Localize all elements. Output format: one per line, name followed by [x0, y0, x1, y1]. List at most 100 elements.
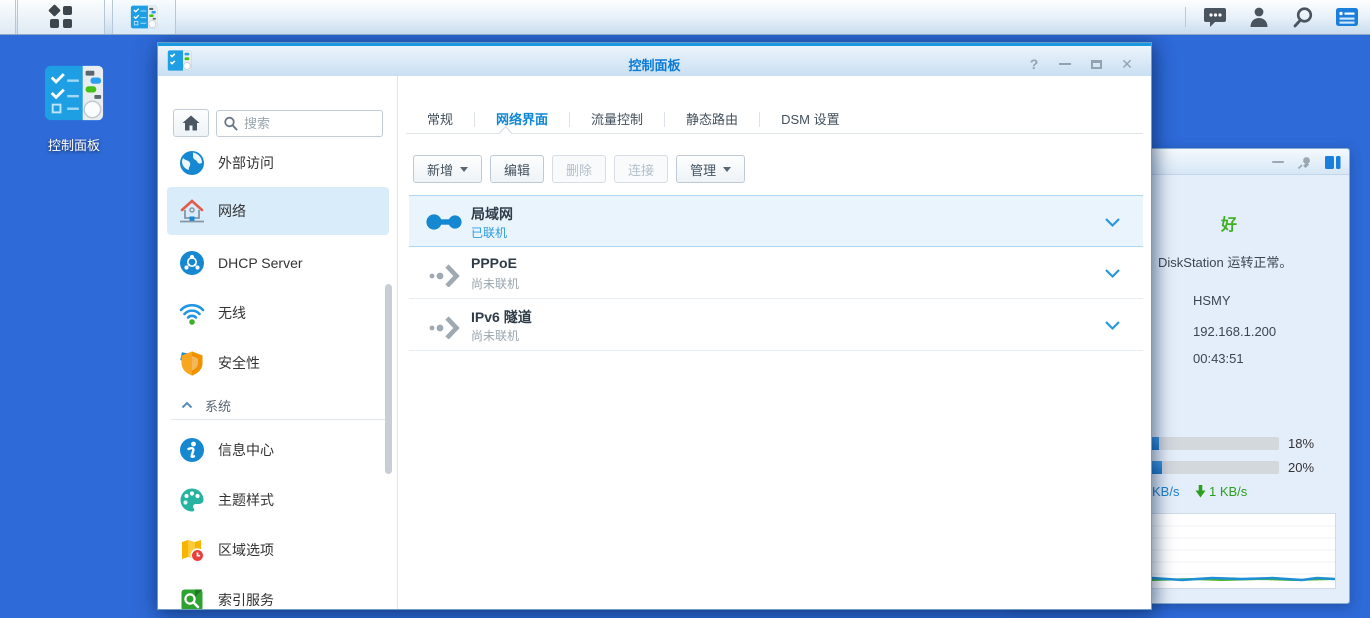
health-status: 好 [1221, 211, 1237, 235]
sidebar-item-label: 信息中心 [218, 440, 274, 460]
sidebar-item-wireless[interactable]: 无线 [167, 289, 389, 337]
maximize-icon [1091, 60, 1102, 69]
sidebar-item-label: DHCP Server [218, 255, 303, 271]
sidebar-item-regional-options[interactable]: 区域选项 [167, 526, 389, 574]
widgets-panel-icon [1335, 7, 1359, 27]
wifi-icon [179, 300, 205, 326]
sidebar-item-index-service[interactable]: 索引服务 [167, 576, 389, 609]
sidebar-scrollbar[interactable] [385, 284, 392, 474]
widget-panel-icon[interactable] [1325, 156, 1341, 169]
show-desktop-button[interactable] [0, 0, 16, 34]
search-input[interactable] [216, 110, 383, 137]
interface-name: 局域网 [471, 204, 513, 224]
tabbar: 常规 网络界面 流量控制 静态路由 DSM 设置 [406, 106, 1143, 134]
control-panel-window: 控制面板 ? ✕ [157, 42, 1152, 610]
sidebar-item-external-access[interactable]: 外部访问 [167, 139, 389, 187]
sidebar-item-label: 无线 [218, 303, 246, 323]
minimize-button[interactable] [1055, 56, 1075, 72]
connect-button: 连接 [614, 155, 668, 183]
sidebar-item-label: 主题样式 [218, 490, 274, 510]
delete-button: 删除 [552, 155, 606, 183]
chevron-down-icon[interactable] [1104, 268, 1121, 279]
chevron-down-icon[interactable] [1104, 217, 1121, 228]
chevron-down-icon[interactable] [1104, 320, 1121, 331]
home-icon [182, 115, 200, 131]
search-icon [223, 116, 238, 131]
topbar-separator [1185, 7, 1186, 27]
palette-icon [179, 487, 205, 513]
cpu-usage-value: 18% [1288, 436, 1314, 451]
globe-icon [179, 150, 205, 176]
download-arrow-icon [1195, 485, 1206, 498]
sidebar-search [216, 110, 383, 137]
shortcut-label: 控制面板 [36, 135, 112, 154]
window-titlebar[interactable]: 控制面板 ? ✕ [158, 46, 1151, 76]
sidebar-item-info-center[interactable]: 信息中心 [167, 426, 389, 474]
server-name-value: HSMY [1193, 293, 1231, 308]
network-home-icon [179, 198, 205, 224]
sidebar-item-security[interactable]: 安全性 [167, 339, 389, 387]
interface-status: 尚未联机 [471, 327, 519, 344]
create-button[interactable]: 新增 [413, 155, 482, 183]
home-button[interactable] [173, 109, 209, 137]
download-speed: 1 KB/s [1209, 484, 1247, 499]
notifications-button[interactable] [1200, 4, 1230, 30]
interface-row-lan[interactable]: 局域网 已联机 [409, 195, 1143, 247]
help-button[interactable]: ? [1024, 56, 1044, 72]
tab-general[interactable]: 常规 [406, 106, 474, 133]
sidebar-item-theme[interactable]: 主题样式 [167, 476, 389, 524]
tab-traffic-control[interactable]: 流量控制 [570, 106, 664, 133]
interface-row-ipv6-tunnel[interactable]: IPv6 隧道 尚未联机 [409, 299, 1143, 351]
tab-dsm-settings[interactable]: DSM 设置 [760, 106, 861, 133]
index-search-icon [179, 587, 205, 609]
main-menu-button[interactable] [17, 0, 105, 34]
interface-name: IPv6 隧道 [471, 307, 532, 327]
tunnel-icon [426, 313, 464, 339]
pin-icon[interactable] [1297, 155, 1312, 170]
interface-name: PPPoE [471, 255, 517, 271]
sidebar-section-system[interactable]: 系统 [167, 392, 389, 418]
topbar [0, 0, 1370, 35]
sidebar-item-dhcp-server[interactable]: DHCP Server [167, 239, 389, 287]
interface-list: 局域网 已联机 PPPoE 尚未联机 [409, 195, 1143, 351]
apps-grid-icon [48, 4, 74, 30]
ip-address-value: 192.168.1.200 [1193, 324, 1276, 339]
upload-speed: KB/s [1152, 484, 1179, 499]
ram-usage-value: 20% [1288, 460, 1314, 475]
control-panel-icon [130, 3, 158, 31]
health-detail: DiskStation 运转正常。 [1158, 252, 1292, 271]
edit-button[interactable]: 编辑 [490, 155, 544, 183]
sidebar-item-network[interactable]: 网络 [167, 187, 389, 235]
chat-icon [1203, 6, 1227, 28]
search-icon [1292, 6, 1314, 28]
region-map-icon [179, 537, 205, 563]
widgets-toggle-button[interactable] [1332, 4, 1362, 30]
interface-status: 尚未联机 [471, 275, 519, 292]
taskbar-control-panel-button[interactable] [112, 0, 176, 34]
maximize-button[interactable] [1086, 56, 1106, 72]
sidebar-item-label: 网络 [218, 201, 246, 221]
widget-minimize-icon[interactable] [1272, 161, 1284, 163]
close-button[interactable]: ✕ [1117, 56, 1137, 72]
window-title: 控制面板 [158, 55, 1151, 74]
toolbar: 新增 编辑 删除 连接 管理 [413, 155, 745, 183]
chevron-up-icon [181, 401, 193, 409]
user-menu-button[interactable] [1244, 4, 1274, 30]
tab-network-interface[interactable]: 网络界面 [475, 106, 569, 133]
control-panel-shortcut[interactable]: 控制面板 [36, 62, 112, 154]
tab-static-route[interactable]: 静态路由 [665, 106, 759, 133]
dropdown-caret-icon [460, 167, 468, 172]
manage-button[interactable]: 管理 [676, 155, 745, 183]
content-pane: 常规 网络界面 流量控制 静态路由 DSM 设置 新增 编辑 删除 [398, 76, 1151, 609]
user-icon [1248, 6, 1270, 28]
desktop: 控制面板 好 DiskStation 运转正常。 HSMY 192.168.1.… [0, 0, 1370, 618]
lan-icon [426, 210, 464, 234]
minimize-icon [1059, 63, 1071, 65]
pppoe-icon [426, 261, 464, 287]
search-button[interactable] [1288, 4, 1318, 30]
control-panel-icon [42, 62, 106, 124]
interface-row-pppoe[interactable]: PPPoE 尚未联机 [409, 247, 1143, 299]
sidebar: 外部访问 网络 [158, 76, 398, 609]
sidebar-section-label: 系统 [205, 396, 231, 415]
info-icon [179, 437, 205, 463]
